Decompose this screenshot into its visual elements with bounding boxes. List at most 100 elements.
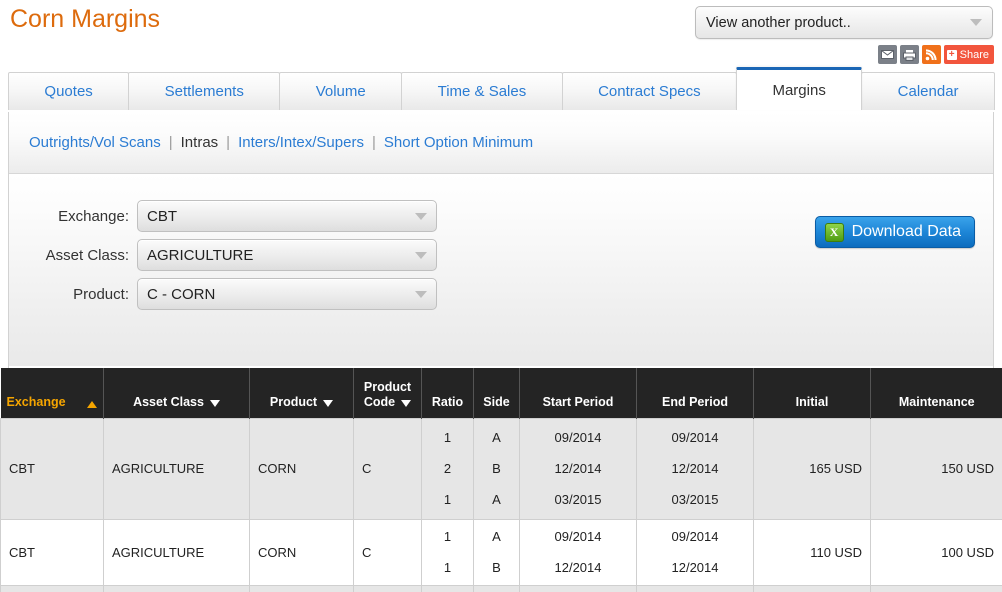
end-period-value: 09/2014	[671, 430, 719, 445]
end-period-value: 03/2015	[671, 492, 719, 507]
ratio-value: 1	[443, 560, 452, 575]
ratio-value: 1	[443, 492, 452, 507]
exchange-filter-label: Exchange:	[58, 207, 129, 225]
product-select-value: View another product..	[706, 14, 851, 31]
subnav-item-outrights-vol-scans[interactable]: Outrights/Vol Scans	[29, 134, 161, 151]
filter-section: Exchange: CBT Asset Class: AGRICULTURE P…	[9, 174, 993, 366]
column-header-maintenance[interactable]: Maintenance	[870, 368, 1002, 418]
column-label-line2: Code	[363, 394, 396, 409]
product-filter-label: Product:	[73, 285, 129, 303]
column-label: End Period	[662, 394, 728, 409]
subnav-item-intras[interactable]: Intras	[181, 134, 219, 151]
sort-ascending-icon	[87, 400, 97, 408]
column-header-start-period[interactable]: Start Period	[519, 368, 637, 418]
end-period-value: 12/2014	[671, 461, 719, 476]
column-label: Maintenance	[898, 394, 975, 409]
tab-settlements[interactable]: Settlements	[128, 72, 281, 110]
column-header-end-period[interactable]: End Period	[636, 368, 754, 418]
cell-initial: 110 USD	[753, 518, 871, 586]
asset-class-select[interactable]: AGRICULTURE	[137, 239, 437, 271]
column-header-ratio[interactable]: Ratio	[421, 368, 474, 418]
start-period-value: 09/2014	[554, 430, 602, 445]
page-root: Corn Margins View another product.. + Sh…	[0, 0, 1002, 592]
subnav-separator: |	[168, 134, 173, 151]
cell-start-period: 09/2014 12/2014 03/2015	[519, 417, 637, 520]
side-value: B	[492, 461, 501, 476]
table-row[interactable]: CBT AGRICULTURE CORN C 1 1 A B 09/2014 1…	[0, 518, 1002, 586]
cell-product-code: C	[353, 417, 422, 520]
subnav-separator: |	[371, 134, 376, 151]
cell-exchange: CBT	[0, 417, 104, 520]
cell-maintenance: 100 USD	[870, 518, 1002, 586]
tab-margins[interactable]: Margins	[736, 67, 863, 110]
subnav-item-short-option-minimum[interactable]: Short Option Minimum	[384, 134, 533, 151]
tab-calendar[interactable]: Calendar	[861, 72, 995, 110]
share-toolbar: + Share	[877, 45, 994, 64]
view-another-product-select[interactable]: View another product..	[695, 6, 993, 39]
side-value: A	[492, 529, 501, 544]
column-header-exchange[interactable]: Exchange	[0, 368, 104, 418]
cell-end-period: 09/2014 12/2014	[636, 518, 754, 586]
tab-volume[interactable]: Volume	[279, 72, 403, 110]
column-header-product-code[interactable]: Product Code	[353, 368, 422, 418]
sort-descending-icon	[323, 399, 334, 407]
tab-contract-specs[interactable]: Contract Specs	[561, 72, 738, 110]
column-header-asset-class[interactable]: Asset Class	[103, 368, 250, 418]
chevron-down-icon	[970, 19, 982, 26]
cell-side	[473, 584, 520, 592]
exchange-select[interactable]: CBT	[137, 200, 437, 232]
rss-icon[interactable]	[921, 45, 941, 64]
cell-start-period: 09/2014 12/2014	[519, 518, 637, 586]
ratio-value: 1	[443, 430, 452, 445]
end-period-value: 12/2014	[671, 560, 719, 575]
table-row[interactable]	[0, 584, 1002, 592]
plus-icon: +	[946, 49, 957, 60]
cell-product-code: C	[353, 518, 422, 586]
primary-tabs: Quotes Settlements Volume Time & Sales C…	[8, 67, 995, 110]
column-label-line1: Product	[363, 379, 412, 394]
tab-label: Calendar	[897, 83, 959, 100]
cell-asset-class	[103, 584, 250, 592]
print-icon[interactable]	[899, 45, 919, 64]
column-label: Initial	[795, 394, 829, 409]
download-data-label: Download Data	[851, 223, 961, 240]
tab-label: Settlements	[164, 83, 244, 100]
chevron-down-icon	[415, 251, 427, 259]
table-body: CBT AGRICULTURE CORN C 1 2 1 A B A 09/20…	[0, 417, 1002, 592]
table-row[interactable]: CBT AGRICULTURE CORN C 1 2 1 A B A 09/20…	[0, 417, 1002, 520]
email-icon[interactable]	[877, 45, 897, 64]
column-label: Side	[483, 394, 510, 409]
cell-asset-class: AGRICULTURE	[103, 518, 250, 586]
end-period-value: 09/2014	[671, 529, 719, 544]
start-period-value: 03/2015	[554, 492, 602, 507]
subnav-item-inters-intex-supers[interactable]: Inters/Intex/Supers	[238, 134, 364, 151]
page-title: Corn Margins	[10, 5, 161, 33]
cell-product: CORN	[249, 518, 354, 586]
tab-label: Quotes	[44, 83, 93, 100]
cell-ratio: 1 1	[421, 518, 474, 586]
cell-initial	[753, 584, 871, 592]
margins-table-wrapper: Exchange Asset Class Product Product Cod…	[0, 368, 1002, 592]
column-header-product[interactable]: Product	[249, 368, 354, 418]
cell-initial: 165 USD	[753, 417, 871, 520]
cell-maintenance	[870, 584, 1002, 592]
product-filter-row: Product: C - CORN	[9, 278, 437, 310]
margins-table: Exchange Asset Class Product Product Cod…	[0, 368, 1002, 592]
column-header-side[interactable]: Side	[473, 368, 520, 418]
column-label: Exchange	[6, 394, 66, 409]
cell-product-code	[353, 584, 422, 592]
tab-time-and-sales[interactable]: Time & Sales	[401, 72, 563, 110]
chevron-down-icon	[415, 212, 427, 220]
cell-ratio	[421, 584, 474, 592]
cell-ratio: 1 2 1	[421, 417, 474, 520]
side-value: A	[492, 492, 501, 507]
tab-quotes[interactable]: Quotes	[8, 72, 130, 110]
cell-start-period	[519, 584, 637, 592]
cell-side: A B	[473, 518, 520, 586]
product-select[interactable]: C - CORN	[137, 278, 437, 310]
tab-label: Volume	[315, 83, 366, 100]
column-header-initial[interactable]: Initial	[753, 368, 871, 418]
cell-exchange	[0, 584, 104, 592]
share-button[interactable]: + Share	[943, 45, 994, 64]
download-data-button[interactable]: X Download Data	[814, 216, 975, 248]
